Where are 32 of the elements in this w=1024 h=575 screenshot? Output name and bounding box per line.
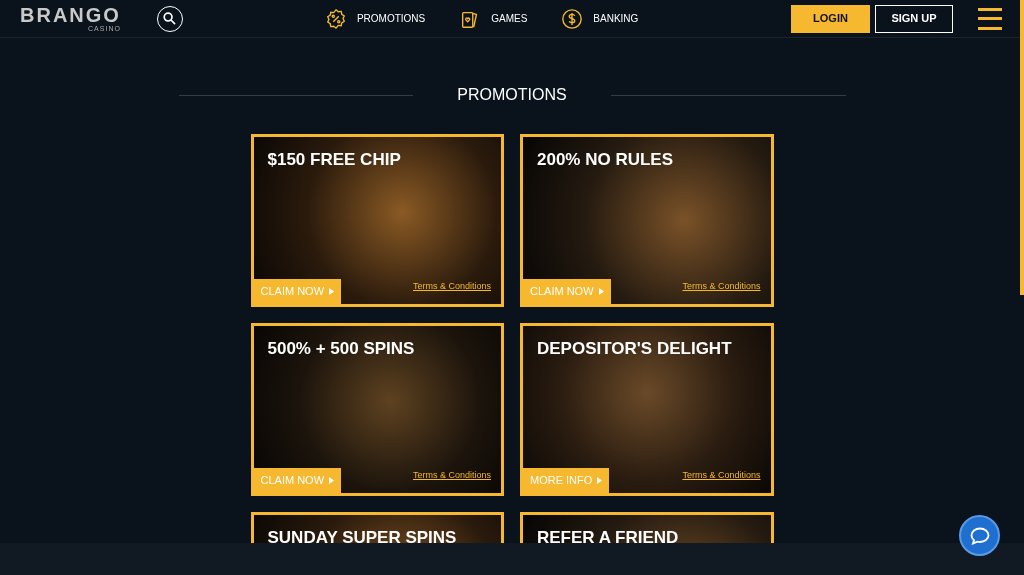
promotion-title: SUNDAY SUPER SPINS: [266, 527, 458, 543]
promotion-title: $150 FREE CHIP: [266, 149, 402, 171]
login-button[interactable]: LOGIN: [791, 4, 870, 33]
promotion-card[interactable]: SUNDAY SUPER SPINS: [250, 512, 504, 543]
caret-icon: [329, 288, 335, 295]
percent-badge-icon: [324, 7, 347, 30]
section-title: PROMOTIONS: [457, 85, 567, 105]
search-icon: [163, 12, 177, 25]
promotion-title: 500% + 500 SPINS: [266, 338, 416, 360]
logo-wordmark[interactable]: BRANGO: [20, 5, 121, 25]
dollar-coin-icon: [561, 7, 584, 30]
menu-button[interactable]: [978, 7, 1002, 30]
chat-bubble-icon: [969, 526, 990, 545]
nav-link[interactable]: GAMES: [459, 7, 528, 30]
promotion-card[interactable]: 200% NO RULES CLAIM NOW Terms & Conditions: [520, 134, 774, 307]
terms-link[interactable]: Terms & Conditions: [682, 279, 761, 293]
promotion-card[interactable]: 500% + 500 SPINS CLAIM NOW Terms & Conditions: [250, 323, 504, 496]
caret-icon: [597, 477, 603, 484]
promotion-title: REFER A FRIEND: [536, 527, 680, 543]
promotion-title: 200% NO RULES: [536, 149, 675, 171]
promotion-card[interactable]: DEPOSITOR'S DELIGHT MORE INFO Terms & Conditions: [520, 323, 774, 496]
caret-icon: [329, 477, 335, 484]
promotion-card[interactable]: $150 FREE CHIP CLAIM NOW Terms & Conditions: [250, 134, 504, 307]
promotion-title: DEPOSITOR'S DELIGHT: [536, 338, 733, 360]
nav-link[interactable]: BANKING: [561, 7, 639, 30]
caret-icon: [598, 288, 604, 295]
terms-link[interactable]: Terms & Conditions: [682, 468, 761, 482]
terms-link[interactable]: Terms & Conditions: [412, 279, 491, 293]
promotion-card[interactable]: REFER A FRIEND: [520, 512, 774, 543]
signup-button[interactable]: SIGN UP: [875, 4, 953, 33]
terms-link[interactable]: Terms & Conditions: [412, 468, 491, 482]
nav-link[interactable]: PROMOTIONS: [324, 7, 426, 30]
